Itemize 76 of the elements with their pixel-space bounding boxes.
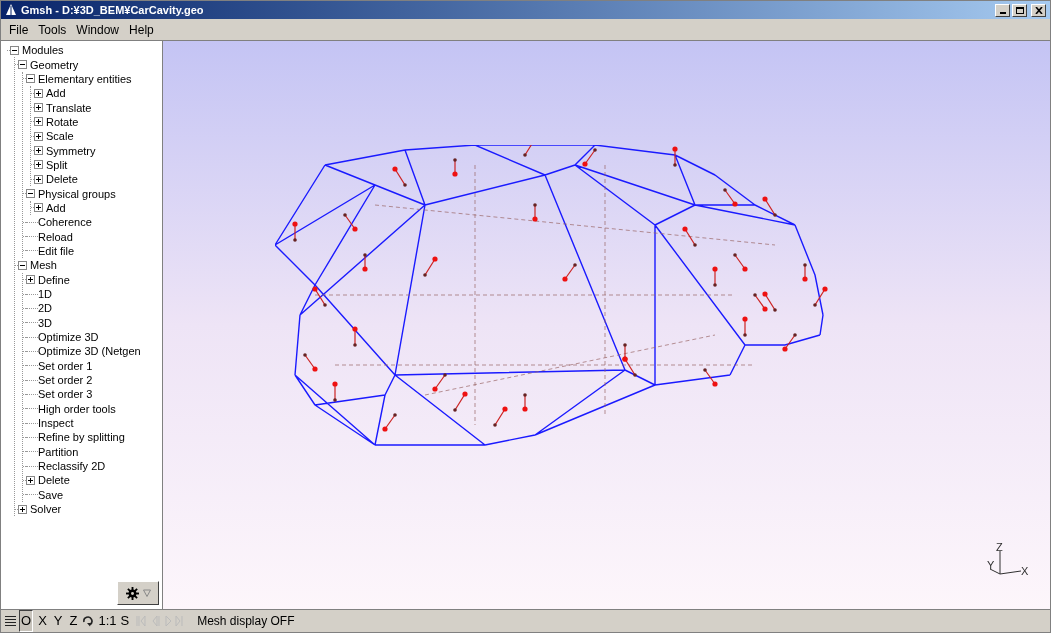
expand-toggle-icon[interactable] — [34, 160, 43, 170]
expand-toggle-icon[interactable] — [34, 117, 43, 127]
tree-item[interactable]: Set order 3 — [38, 387, 93, 402]
menu-item[interactable]: File — [5, 20, 33, 39]
tree-item[interactable]: Mesh — [30, 258, 57, 273]
expand-toggle-icon[interactable] — [34, 131, 43, 141]
tree-item[interactable]: Rotate — [46, 114, 79, 129]
collapse-toggle-icon[interactable] — [10, 45, 19, 55]
tree-item[interactable]: Coherence — [38, 215, 92, 230]
scale-button[interactable]: 1:1 — [97, 611, 118, 631]
tree-item[interactable]: Physical groups — [38, 186, 116, 201]
view-button[interactable]: Y — [51, 610, 65, 632]
minimize-button[interactable] — [995, 3, 1010, 17]
expand-toggle-icon[interactable] — [34, 88, 43, 98]
tree-item[interactable]: 2D — [38, 301, 53, 316]
view-button[interactable]: X — [36, 610, 49, 632]
tree-item[interactable]: Optimize 3D — [38, 330, 99, 345]
tree-item[interactable]: Define — [38, 272, 70, 287]
maximize-button[interactable] — [1012, 3, 1027, 17]
expand-toggle-icon[interactable] — [34, 203, 43, 213]
rotate-icon[interactable] — [82, 615, 95, 627]
close-icon — [1034, 6, 1043, 14]
collapse-toggle-icon[interactable] — [18, 60, 27, 69]
status-message: Mesh display OFF — [197, 613, 295, 630]
expand-toggle-icon[interactable] — [34, 103, 43, 113]
snapshot-button[interactable]: S — [120, 611, 130, 631]
tree-item[interactable]: Delete — [38, 473, 70, 488]
view-button[interactable]: Z — [67, 610, 80, 632]
dropdown-triangle-icon — [142, 589, 151, 597]
window-title: Gmsh - D:¥3D_BEM¥CarCavity.geo — [21, 2, 204, 18]
menu-item[interactable]: Tools — [34, 20, 71, 39]
collapse-toggle-icon[interactable] — [26, 189, 35, 199]
tree-item[interactable]: High order tools — [38, 401, 116, 416]
tree-item[interactable]: Inspect — [38, 416, 74, 431]
tree-item[interactable]: Refine by splitting — [38, 430, 125, 445]
tree-item[interactable]: 1D — [38, 287, 53, 301]
expand-toggle-icon[interactable] — [18, 504, 27, 514]
menu-item[interactable]: Window — [72, 20, 124, 39]
menu-icon[interactable] — [5, 615, 16, 627]
playback-controls-icon — [136, 615, 185, 627]
app-icon — [5, 4, 17, 16]
axis-label: X — [1021, 565, 1029, 577]
axis-label: Z — [996, 541, 1003, 553]
close-button[interactable] — [1031, 3, 1046, 17]
tree-item[interactable]: Geometry — [30, 57, 79, 72]
expand-toggle-icon[interactable] — [34, 174, 43, 184]
tree-item[interactable]: Translate — [46, 100, 92, 115]
expand-toggle-icon[interactable] — [26, 275, 35, 285]
tree-item[interactable]: Set order 1 — [38, 358, 93, 373]
expand-toggle-icon[interactable] — [34, 146, 43, 156]
tree-item[interactable]: Add — [46, 86, 66, 101]
tree-item[interactable]: Set order 2 — [38, 373, 93, 388]
axis-label: Y — [987, 559, 995, 571]
tree-item[interactable]: 3D — [38, 315, 53, 330]
tree-item[interactable]: Modules — [22, 43, 64, 58]
tree-item[interactable]: Partition — [38, 444, 79, 459]
view-button[interactable]: O — [19, 610, 34, 632]
menu-item[interactable]: Help — [125, 20, 158, 39]
tree-item[interactable]: Delete — [46, 172, 78, 187]
tree-item[interactable]: Edit file — [38, 244, 75, 258]
tree-item[interactable]: Scale — [46, 129, 74, 144]
3d-viewport[interactable]: Z Y X — [163, 41, 1050, 609]
tree-item[interactable]: Reclassify 2D — [38, 459, 106, 474]
tree-item[interactable]: Symmetry — [46, 143, 96, 158]
expand-toggle-icon[interactable] — [26, 476, 35, 485]
tree-item[interactable]: Reload — [38, 229, 73, 244]
gear-icon — [125, 586, 139, 600]
tree-item[interactable]: Save — [38, 487, 64, 502]
settings-button[interactable] — [117, 581, 159, 605]
collapse-toggle-icon[interactable] — [18, 260, 27, 270]
tree-item[interactable]: Elementary entities — [38, 71, 132, 86]
collapse-toggle-icon[interactable] — [26, 74, 35, 84]
tree-item[interactable]: Add — [46, 200, 66, 215]
tree-item[interactable]: Solver — [30, 502, 62, 517]
tree-item[interactable]: Split — [46, 157, 68, 172]
tree-item[interactable]: Optimize 3D (Netgen — [38, 344, 141, 359]
